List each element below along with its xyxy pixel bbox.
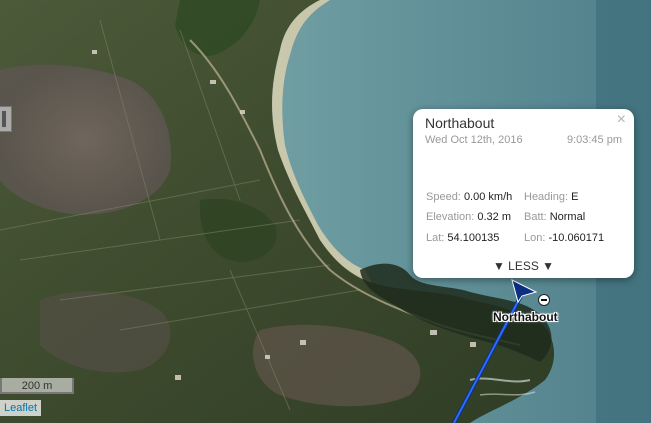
less-toggle-button[interactable]: ▼ LESS ▼ — [413, 259, 634, 273]
heading-value: E — [571, 191, 579, 203]
speed-field: Speed: 0.00 km/h — [426, 191, 512, 203]
elevation-field: Elevation: 0.32 m — [426, 211, 511, 223]
collapse-marker-button[interactable] — [538, 294, 550, 306]
elevation-label: Elevation: — [426, 211, 475, 223]
vessel-popup: × Northabout Wed Oct 12th, 2016 9:03:45 … — [413, 109, 634, 278]
close-icon[interactable]: × — [617, 111, 626, 129]
popup-time: 9:03:45 pm — [566, 134, 622, 146]
heading-label: Heading: — [524, 191, 569, 203]
scale-bar: 200 m — [0, 378, 74, 394]
battery-value: Normal — [549, 211, 586, 223]
popup-title: Northabout — [425, 115, 495, 131]
latitude-value: 54.100135 — [447, 232, 500, 244]
popup-date: Wed Oct 12th, 2016 — [425, 134, 523, 146]
leaflet-attribution-link[interactable]: Leaflet — [0, 400, 42, 416]
latitude-field: Lat: 54.100135 — [426, 232, 499, 244]
longitude-label: Lon: — [524, 232, 546, 244]
speed-label: Speed: — [426, 191, 461, 203]
marker-label: Northabout — [493, 310, 558, 324]
battery-label: Batt: — [524, 211, 547, 223]
longitude-value: -10.060171 — [548, 232, 605, 244]
heading-field: Heading: E — [524, 191, 578, 203]
elevation-value: 0.32 m — [477, 211, 512, 223]
battery-field: Batt: Normal — [524, 211, 585, 223]
longitude-field: Lon: -10.060171 — [524, 232, 604, 244]
map-view[interactable]: Northabout × Northabout Wed Oct 12th, 20… — [0, 0, 651, 423]
latitude-label: Lat: — [426, 232, 445, 244]
speed-value: 0.00 km/h — [463, 191, 513, 203]
sidebar-toggle[interactable] — [0, 106, 12, 132]
